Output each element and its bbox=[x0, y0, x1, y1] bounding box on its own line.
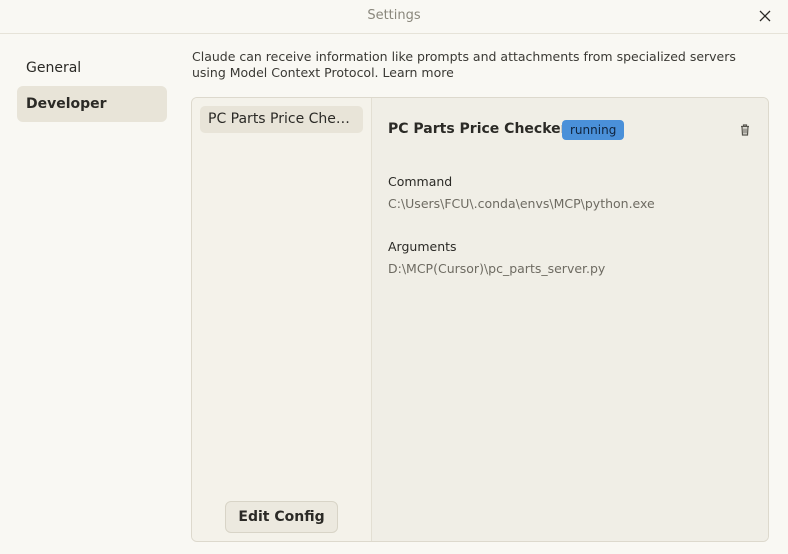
nav-item-developer[interactable]: Developer bbox=[17, 86, 167, 122]
delete-server-button[interactable] bbox=[738, 123, 752, 137]
server-name: PC Parts Price Checker bbox=[388, 121, 568, 137]
learn-more-link[interactable]: Learn more bbox=[383, 65, 454, 80]
title-bar: Settings bbox=[0, 0, 788, 34]
mcp-servers-panel: PC Parts Price Checker Edit Config PC Pa… bbox=[191, 97, 769, 542]
status-badge: running bbox=[562, 120, 625, 140]
server-detail: PC Parts Price Checker running Command C… bbox=[372, 98, 768, 541]
trash-icon bbox=[741, 124, 749, 136]
close-button[interactable] bbox=[755, 6, 775, 26]
close-icon bbox=[759, 10, 771, 22]
arguments-value: D:\MCP(Cursor)\pc_parts_server.py bbox=[388, 261, 606, 276]
intro-text: Claude can receive information like prom… bbox=[192, 49, 767, 81]
command-label: Command bbox=[388, 174, 453, 189]
server-list: PC Parts Price Checker Edit Config bbox=[192, 98, 372, 541]
edit-config-button[interactable]: Edit Config bbox=[225, 501, 338, 533]
command-value: C:\Users\FCU\.conda\envs\MCP\python.exe bbox=[388, 196, 655, 211]
server-list-item[interactable]: PC Parts Price Checker bbox=[200, 106, 363, 133]
window-title: Settings bbox=[367, 8, 421, 23]
nav-item-general[interactable]: General bbox=[17, 50, 167, 86]
arguments-label: Arguments bbox=[388, 239, 457, 254]
intro-description: Claude can receive information like prom… bbox=[192, 49, 736, 80]
